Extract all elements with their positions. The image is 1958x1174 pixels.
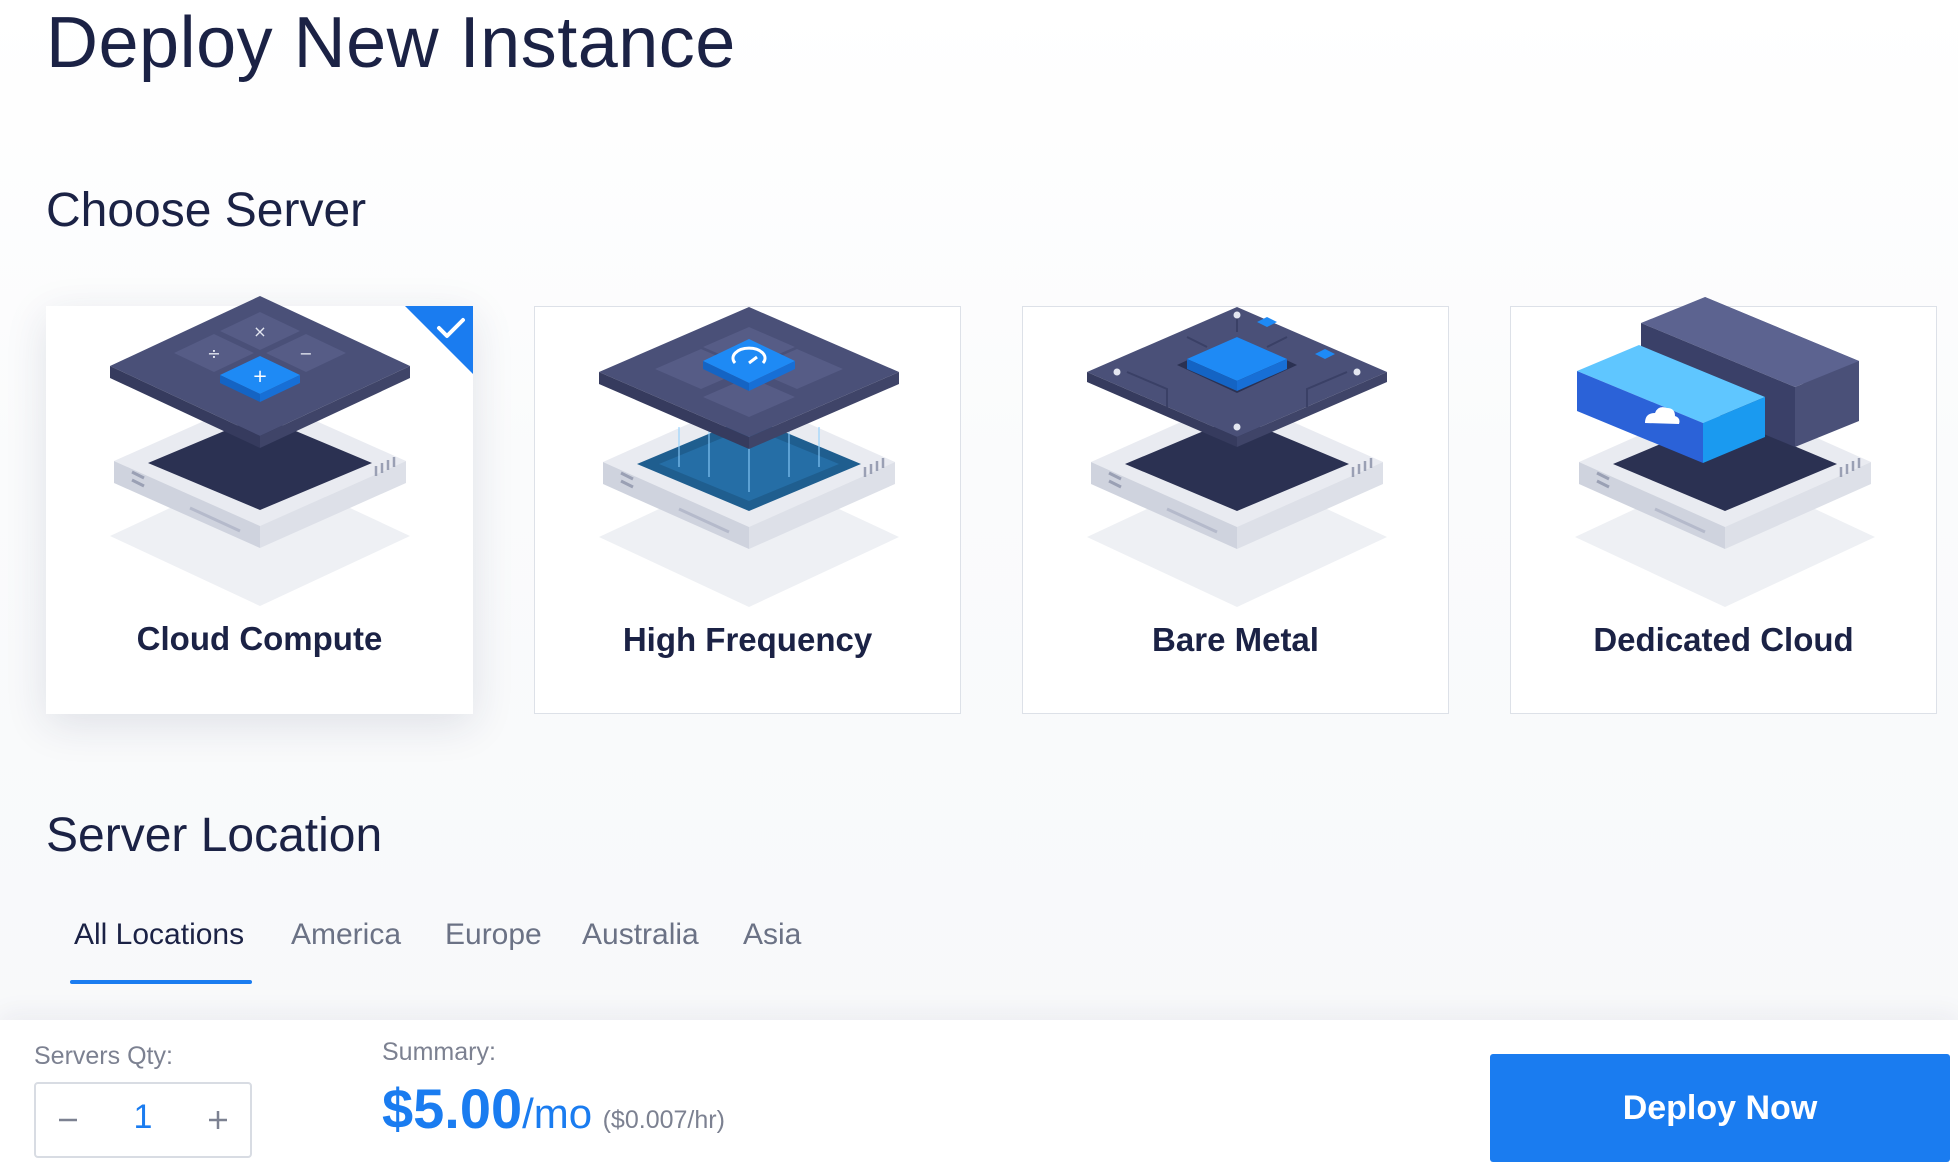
deploy-page: Deploy New Instance Choose Server × ÷ − … [0, 0, 1958, 1174]
order-footer: Servers Qty: 1 Summary: $5.00/mo ($0.007… [0, 1020, 1958, 1174]
server-location-heading: Server Location [46, 809, 383, 862]
hourly-price: ($0.007/hr) [602, 1106, 725, 1134]
minus-icon [59, 1118, 77, 1122]
active-tab-indicator [70, 980, 252, 984]
server-card-label: Dedicated Cloud [1593, 621, 1854, 658]
cloud-block-icon [1575, 297, 1875, 607]
processor-board-icon [1087, 307, 1387, 607]
servers-qty-label: Servers Qty: [34, 1042, 173, 1070]
server-card-cloud-compute[interactable]: × ÷ − + Cloud Compute [46, 296, 473, 714]
svg-text:÷: ÷ [207, 344, 220, 363]
speed-chip-icon [599, 307, 899, 607]
increment-button[interactable] [186, 1084, 250, 1156]
svg-text:×: × [253, 322, 266, 341]
price-unit: /mo [522, 1090, 593, 1137]
svg-text:−: − [299, 344, 312, 363]
tab-australia[interactable]: Australia [582, 918, 699, 952]
deploy-now-button[interactable]: Deploy Now [1490, 1054, 1950, 1162]
tab-europe[interactable]: Europe [445, 918, 542, 952]
monthly-price: $5.00 [382, 1077, 523, 1140]
server-card-label: Cloud Compute [136, 620, 383, 657]
choose-server-heading: Choose Server [46, 184, 367, 237]
server-card-label: Bare Metal [1152, 621, 1319, 658]
quantity-value[interactable]: 1 [100, 1098, 186, 1137]
page-title: Deploy New Instance [46, 3, 736, 83]
selected-check-icon [405, 306, 473, 374]
svg-text:+: + [252, 366, 267, 387]
decrement-button[interactable] [36, 1084, 100, 1156]
tab-asia[interactable]: Asia [743, 918, 801, 952]
server-card-label: High Frequency [622, 621, 873, 658]
server-card-bare-metal[interactable]: Bare Metal [1022, 306, 1449, 714]
price-summary: $5.00/mo ($0.007/hr) [382, 1076, 725, 1141]
summary-label: Summary: [382, 1038, 496, 1066]
tab-america[interactable]: America [291, 918, 401, 952]
calculator-chip-icon: × ÷ − + [110, 296, 410, 606]
tab-all-locations[interactable]: All Locations [74, 918, 244, 952]
plus-icon [209, 1111, 227, 1129]
quantity-stepper: 1 [34, 1082, 252, 1158]
server-card-dedicated-cloud[interactable]: Dedicated Cloud [1510, 297, 1937, 714]
server-type-cards: × ÷ − + Cloud Compute High Frequency Bar… [46, 296, 1939, 716]
server-card-high-frequency[interactable]: High Frequency [534, 306, 961, 714]
